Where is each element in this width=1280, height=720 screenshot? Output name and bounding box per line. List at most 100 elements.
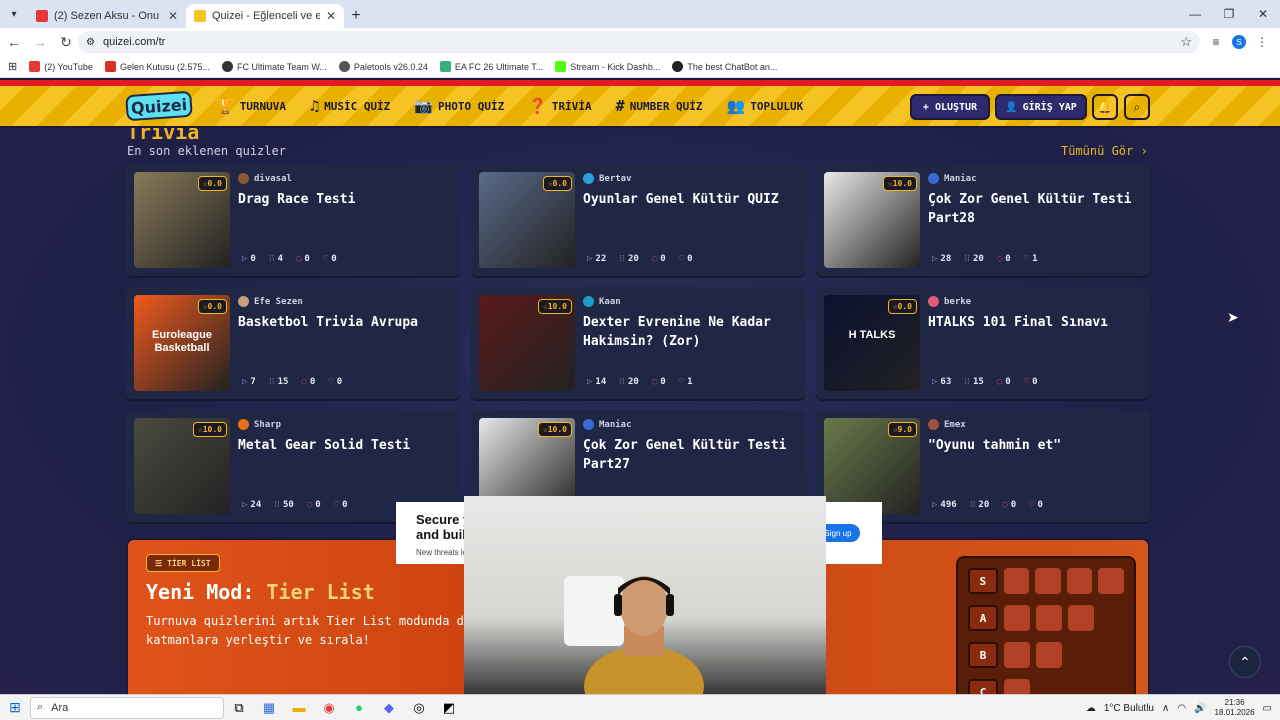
- quiz-author[interactable]: Sharp: [238, 419, 281, 430]
- quiz-author[interactable]: Kaan: [583, 296, 621, 307]
- windows-start-icon[interactable]: ⊞: [0, 695, 30, 720]
- quiz-card[interactable]: ☆0.0 divasal Drag Race Testi ▷ 0 ⁝⁝ 4 ◌ 0 ♡…: [126, 164, 460, 276]
- volume-icon[interactable]: 🔊: [1194, 703, 1206, 714]
- quiz-card[interactable]: ☆10.0 Kaan Dexter Evrenine Ne Kadar Haki…: [471, 287, 805, 399]
- nav-photo-quiz[interactable]: 📷 PHOTO QUİZ: [414, 97, 504, 115]
- file-explorer-icon[interactable]: ▬: [284, 695, 314, 720]
- nav-number-quiz[interactable]: # NUMBER QUİZ: [616, 97, 703, 115]
- chrome-icon[interactable]: ◉: [314, 695, 344, 720]
- minimize-icon[interactable]: —: [1178, 0, 1212, 28]
- likes-count: 0: [336, 377, 343, 387]
- bookmark-youtube[interactable]: (2) YouTube: [29, 61, 93, 72]
- likes-stat: ♡ 0: [334, 500, 348, 510]
- likes-stat: ♡ 0: [1029, 500, 1043, 510]
- bookmark-kick[interactable]: Stream - Kick Dashb...: [555, 61, 660, 72]
- tab-quizei[interactable]: Quizei - Eğlenceli ve etkileşimli ✕: [186, 4, 344, 28]
- wifi-icon[interactable]: ◠: [1177, 703, 1186, 714]
- tier-label: A: [968, 605, 998, 631]
- quiz-card[interactable]: Euroleague Basketball ☆0.0 Efe Sezen Bas…: [126, 287, 460, 399]
- reload-icon[interactable]: ↻: [54, 30, 78, 54]
- nav-turnuva[interactable]: 🏆 TURNUVA: [216, 97, 286, 115]
- back-arrow-icon[interactable]: ←: [2, 30, 26, 54]
- bookmark-chatbot[interactable]: The best ChatBot an...: [672, 61, 777, 72]
- new-tab-button[interactable]: +: [344, 4, 368, 28]
- discord-icon[interactable]: ◆: [374, 695, 404, 720]
- rating-badge: ☆9.0: [887, 422, 917, 437]
- badge-label: TİER LİST: [167, 558, 211, 568]
- weather-text[interactable]: 1°C Bulutlu: [1104, 703, 1154, 714]
- comment-icon: ◌: [651, 254, 658, 264]
- quizei-logo[interactable]: Quizei: [125, 90, 193, 122]
- comment-icon: ◌: [996, 377, 1003, 387]
- tab-youtube[interactable]: (2) Sezen Aksu - Onu Alma Ben ✕: [28, 4, 186, 28]
- whatsapp-icon[interactable]: ●: [344, 695, 374, 720]
- nav-label: TOPLULUK: [750, 99, 804, 113]
- quiz-title: Basketbol Trivia Avrupa: [238, 315, 419, 330]
- nav-music-quiz[interactable]: ♫ MUSİC QUİZ: [310, 97, 390, 115]
- quiz-card[interactable]: ☆0.0 Bertav Oyunlar Genel Kültür QUIZ ▷ 2…: [471, 164, 805, 276]
- site-info-icon[interactable]: ⚙: [86, 37, 95, 48]
- search-icon[interactable]: ⌕: [1124, 94, 1150, 120]
- bookmark-label: FC Ultimate Team W...: [237, 61, 327, 72]
- quiz-author[interactable]: divasal: [238, 173, 292, 184]
- url-input[interactable]: ⚙ quizei.com/tr ☆: [78, 31, 1200, 53]
- quiz-author[interactable]: Maniac: [928, 173, 977, 184]
- menu-kebab-icon[interactable]: ⋮: [1252, 30, 1272, 54]
- questions-icon: ⁝⁝: [268, 254, 275, 264]
- tier-heading-b: Tier List: [266, 580, 375, 604]
- apps-grid-icon[interactable]: ⊞: [8, 60, 17, 73]
- bookmark-fc-ultimate[interactable]: FC Ultimate Team W...: [222, 61, 327, 72]
- questions-stat: ⁝⁝ 15: [964, 377, 984, 387]
- quiz-author[interactable]: berke: [928, 296, 971, 307]
- bookmark-gmail[interactable]: Gelen Kutusu (2.575...: [104, 61, 210, 72]
- create-button[interactable]: + OLUŞTUR: [910, 94, 990, 120]
- heart-icon: ♡: [678, 377, 685, 387]
- bookmark-paletools[interactable]: Paletools v26.0.24: [338, 61, 428, 72]
- comments-stat: ◌ 0: [997, 377, 1011, 387]
- comments-stat: ◌ 0: [652, 254, 666, 264]
- close-tab-icon[interactable]: ✕: [168, 9, 178, 23]
- plays-count: 14: [595, 377, 607, 387]
- forward-arrow-icon[interactable]: →: [28, 30, 52, 54]
- restore-icon[interactable]: ❐: [1212, 0, 1246, 28]
- scroll-to-top-button[interactable]: ⌃: [1229, 646, 1261, 678]
- obs-icon[interactable]: ◎: [404, 695, 434, 720]
- capcut-icon[interactable]: ◩: [434, 695, 464, 720]
- comments-count: 0: [304, 254, 310, 264]
- media-queue-icon[interactable]: ≡: [1206, 30, 1226, 54]
- bookmark-eafc[interactable]: EA FC 26 Ultimate T...: [439, 61, 543, 72]
- notification-icon[interactable]: ▭: [1263, 703, 1272, 714]
- windows-taskbar: ⊞ ⌕ Ara ⧉ ▦ ▬ ◉ ● ◆ ◎ ◩ ☁ 1°C Bulutlu ∧ ◠…: [0, 694, 1280, 720]
- comments-count: 0: [660, 254, 666, 264]
- quiz-author[interactable]: Bertav: [583, 173, 632, 184]
- nav-trivia[interactable]: ❓ TRİVİA: [528, 97, 591, 115]
- nav-topluluk[interactable]: 👥 TOPLULUK: [727, 97, 804, 115]
- quiz-author[interactable]: Maniac: [583, 419, 632, 430]
- login-button[interactable]: 👤 GİRİŞ YAP: [995, 94, 1087, 120]
- questions-stat: ⁝⁝ 20: [970, 500, 990, 510]
- close-window-icon[interactable]: ✕: [1246, 0, 1280, 28]
- bookmark-star-icon[interactable]: ☆: [1180, 34, 1192, 50]
- quiz-card[interactable]: H TALKS ☆0.0 berke HTALKS 101 Final Sına…: [816, 287, 1150, 399]
- questions-stat: ⁝⁝ 20: [964, 254, 984, 264]
- quiz-author[interactable]: Emex: [928, 419, 966, 430]
- tray-chevron-icon[interactable]: ∧: [1162, 703, 1169, 714]
- notification-bell-icon[interactable]: 🔔: [1092, 94, 1118, 120]
- comment-icon: ◌: [1002, 500, 1008, 510]
- rating-badge: ☆0.0: [197, 299, 227, 314]
- quiz-stats: ▷ 63 ⁝⁝ 15 ◌ 0 ♡ 0: [932, 377, 1038, 387]
- close-tab-icon[interactable]: ✕: [326, 9, 336, 23]
- quiz-card[interactable]: ☆10.0 Maniac Çok Zor Genel Kültür Testi …: [816, 164, 1150, 276]
- heart-icon: ♡: [322, 254, 329, 264]
- tab-search-chevron-icon[interactable]: ▾: [0, 0, 28, 28]
- task-view-icon[interactable]: ⧉: [224, 695, 254, 720]
- tier-slot: [1004, 642, 1030, 668]
- profile-avatar[interactable]: S: [1232, 35, 1246, 49]
- quiz-author[interactable]: Efe Sezen: [238, 296, 303, 307]
- futbin-icon: [439, 61, 451, 72]
- taskbar-search-input[interactable]: ⌕ Ara: [30, 696, 224, 719]
- clock[interactable]: 21:36 18.01.2026: [1215, 698, 1255, 718]
- streamer-figure: [584, 576, 704, 700]
- see-all-link[interactable]: Tümünü Gör ›: [1061, 144, 1148, 158]
- calculator-icon[interactable]: ▦: [254, 695, 284, 720]
